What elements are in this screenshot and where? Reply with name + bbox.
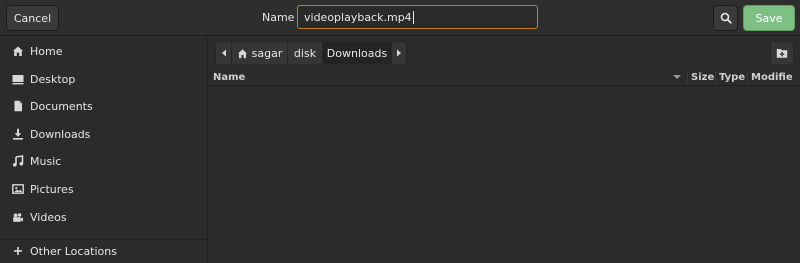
name-label: Name bbox=[262, 11, 295, 24]
path-bar: sagar disk Downloads bbox=[215, 41, 407, 65]
sidebar-item-label: Home bbox=[30, 44, 63, 58]
filename-input[interactable]: videoplayback.mp4 bbox=[297, 5, 538, 29]
file-list[interactable]: Name Size Type Modifie bbox=[209, 68, 800, 263]
text-caret bbox=[412, 10, 414, 24]
chevron-left-icon bbox=[221, 49, 226, 57]
sidebar-item-home[interactable]: Home bbox=[0, 41, 207, 61]
sidebar-item-pictures[interactable]: Pictures bbox=[0, 179, 207, 199]
plus-icon bbox=[11, 245, 24, 258]
sidebar-divider bbox=[0, 239, 207, 240]
header-bar: Cancel Name videoplayback.mp4 Save bbox=[0, 0, 800, 36]
path-crumb-home[interactable]: sagar bbox=[231, 41, 287, 65]
sidebar-item-other-locations[interactable]: Other Locations bbox=[0, 241, 207, 261]
pictures-icon bbox=[11, 183, 24, 196]
column-header-label: Type bbox=[719, 71, 746, 83]
path-crumb-label: disk bbox=[293, 46, 317, 60]
column-header-label: Modifie bbox=[751, 71, 793, 83]
sidebar-item-documents[interactable]: Documents bbox=[0, 96, 207, 116]
column-divider[interactable] bbox=[687, 70, 688, 84]
chevron-right-icon bbox=[397, 49, 401, 57]
column-header-row: Name Size Type Modifie bbox=[209, 68, 800, 86]
sidebar-item-label: Music bbox=[30, 154, 62, 168]
sidebar-item-label: Downloads bbox=[30, 127, 91, 141]
search-button[interactable] bbox=[713, 5, 738, 31]
path-crumb-downloads[interactable]: Downloads bbox=[322, 41, 391, 65]
new-folder-button[interactable] bbox=[770, 41, 794, 65]
path-forward-button[interactable] bbox=[391, 41, 407, 65]
download-icon bbox=[11, 128, 24, 141]
path-back-button[interactable] bbox=[215, 41, 231, 65]
new-folder-icon bbox=[776, 49, 788, 58]
sidebar: Home Desktop Documents Downloads Music P… bbox=[0, 37, 208, 263]
sidebar-item-label: Documents bbox=[30, 99, 93, 113]
column-header-label: Name bbox=[213, 71, 246, 83]
column-header-modified[interactable]: Modifie bbox=[751, 68, 793, 86]
save-button[interactable]: Save bbox=[743, 5, 795, 31]
sidebar-item-label: Desktop bbox=[30, 72, 76, 86]
sidebar-item-videos[interactable]: Videos bbox=[0, 207, 207, 227]
sidebar-item-music[interactable]: Music bbox=[0, 151, 207, 171]
path-crumb-disk[interactable]: disk bbox=[287, 41, 322, 65]
scrollbar[interactable] bbox=[794, 68, 800, 263]
column-header-type[interactable]: Type bbox=[719, 68, 745, 86]
home-icon bbox=[237, 48, 247, 58]
filename-value: videoplayback.mp4 bbox=[304, 10, 412, 24]
sort-descending-icon bbox=[673, 75, 681, 79]
sidebar-item-downloads[interactable]: Downloads bbox=[0, 124, 207, 144]
videos-icon bbox=[11, 211, 24, 224]
sidebar-item-label: Pictures bbox=[30, 182, 74, 196]
cancel-button[interactable]: Cancel bbox=[6, 5, 59, 31]
search-icon bbox=[720, 12, 732, 24]
column-header-label: Size bbox=[691, 71, 715, 83]
sidebar-item-desktop[interactable]: Desktop bbox=[0, 69, 207, 89]
column-header-size[interactable]: Size bbox=[691, 68, 714, 86]
path-crumb-label: sagar bbox=[251, 46, 283, 60]
home-icon bbox=[11, 45, 24, 58]
sidebar-item-label: Other Locations bbox=[30, 244, 117, 258]
column-divider[interactable] bbox=[747, 70, 748, 84]
column-header-name[interactable]: Name bbox=[213, 68, 687, 86]
column-divider[interactable] bbox=[715, 70, 716, 84]
sidebar-item-label: Videos bbox=[30, 210, 67, 224]
music-icon bbox=[11, 155, 24, 168]
document-icon bbox=[11, 100, 24, 113]
desktop-icon bbox=[11, 73, 24, 86]
path-crumb-label: Downloads bbox=[326, 46, 388, 60]
